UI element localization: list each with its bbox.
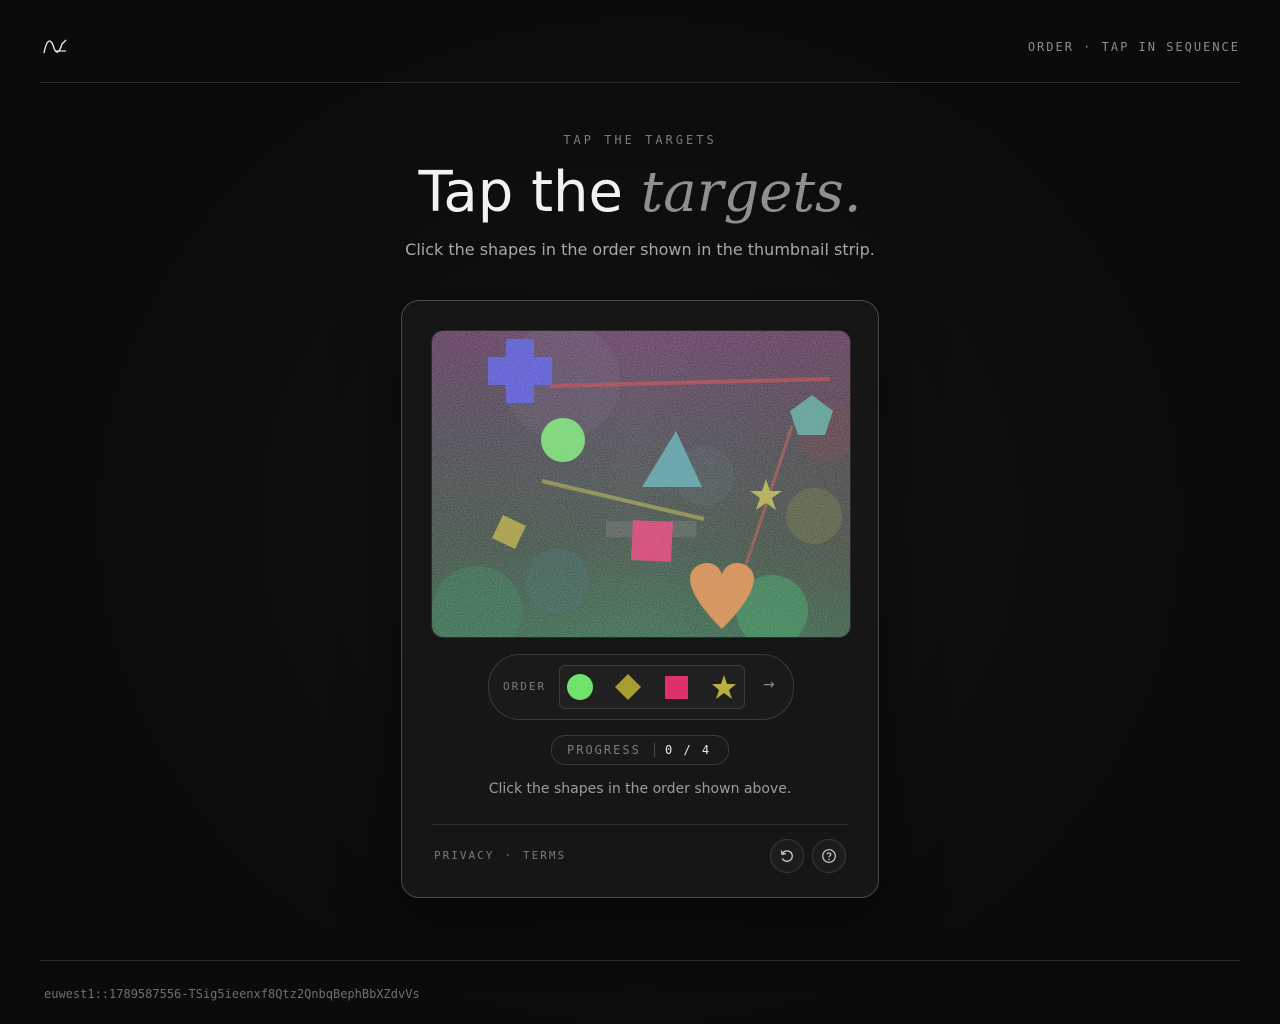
help-button[interactable] <box>812 839 846 873</box>
eyebrow-text: TAP THE TARGETS <box>563 133 717 147</box>
instruction-text: Click the shapes in the order shown abov… <box>488 781 792 797</box>
progress-value: 0 / 4 <box>665 743 712 757</box>
order-thumbnail-strip <box>559 665 745 709</box>
terms-link[interactable]: TERMS <box>523 849 566 862</box>
arrow-right-icon[interactable]: → <box>763 677 775 693</box>
captcha-card: ORDER → PROGRESS 0 / 4 Click the shapes … <box>401 300 879 898</box>
order-thumb-green-circle <box>567 674 593 700</box>
progress-label: PROGRESS <box>567 743 641 757</box>
title-italic: targets. <box>640 160 862 225</box>
help-icon <box>822 849 836 863</box>
session-id: euwest1::1789587556-TSig5ieenxf8Qtz2Qnbq… <box>44 987 420 1001</box>
top-bar: ORDER · TAP IN SEQUENCE <box>40 0 1240 83</box>
progress-separator <box>654 743 655 757</box>
page-title: Tap the targets. <box>0 158 1280 228</box>
order-label: ORDER <box>503 680 547 693</box>
refresh-button[interactable] <box>770 839 804 873</box>
card-divider <box>431 824 849 825</box>
progress-indicator: PROGRESS 0 / 4 <box>551 735 729 765</box>
privacy-link[interactable]: PRIVACY <box>434 849 494 862</box>
link-separator: · <box>504 849 513 862</box>
refresh-icon <box>780 850 793 862</box>
wave-logo-icon <box>43 39 67 54</box>
mode-indicator: ORDER · TAP IN SEQUENCE <box>1027 40 1240 54</box>
order-thumb-olive-diamond <box>615 674 641 700</box>
page-subtitle: Click the shapes in the order shown in t… <box>405 240 875 259</box>
challenge-canvas[interactable] <box>431 330 851 638</box>
order-thumb-olive-star <box>712 675 736 699</box>
order-indicator: ORDER → <box>488 654 794 720</box>
footer-divider <box>40 960 1240 961</box>
title-plain: Tap the <box>418 160 641 225</box>
legal-links: PRIVACY · TERMS <box>434 849 566 862</box>
order-thumb-pink-square <box>665 676 688 699</box>
